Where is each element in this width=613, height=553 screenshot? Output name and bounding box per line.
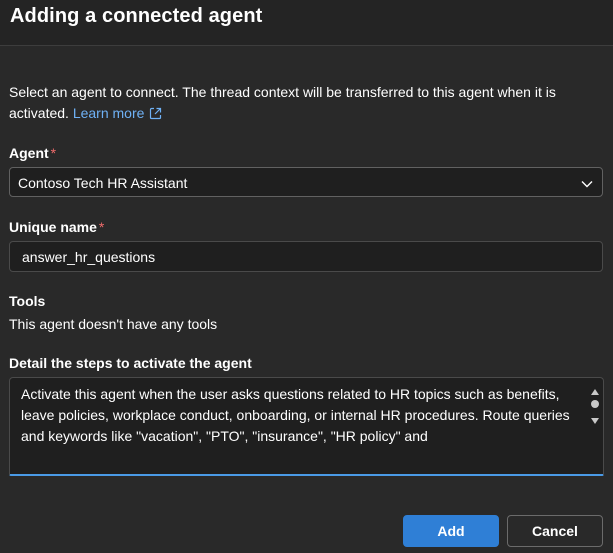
unique-name-input[interactable]: [9, 241, 603, 272]
tools-label: Tools: [9, 293, 46, 309]
external-link-icon[interactable]: [149, 105, 162, 126]
add-button[interactable]: Add: [403, 515, 499, 547]
activation-steps-textarea[interactable]: Activate this agent when the user asks q…: [9, 377, 604, 476]
intro-text-block: Select an agent to connect. The thread c…: [9, 82, 599, 126]
scrollbar-thumb[interactable]: [591, 400, 599, 408]
unique-name-label-text: Unique name: [9, 219, 97, 235]
learn-more-label[interactable]: Learn more: [73, 105, 145, 121]
cancel-button[interactable]: Cancel: [507, 515, 603, 547]
chevron-down-icon[interactable]: [581, 177, 593, 195]
dialog-title: Adding a connected agent: [10, 5, 263, 27]
required-indicator: *: [98, 219, 105, 235]
learn-more-link[interactable]: Learn more: [73, 105, 163, 121]
activation-steps-text[interactable]: Activate this agent when the user asks q…: [10, 378, 599, 446]
unique-name-label: Unique name *: [9, 219, 104, 235]
agent-label: Agent *: [9, 145, 56, 161]
caret-down-icon[interactable]: [590, 413, 600, 431]
agent-label-text: Agent: [9, 145, 49, 161]
dialog-header: Adding a connected agent: [0, 0, 613, 46]
required-indicator: *: [50, 145, 57, 161]
steps-label: Detail the steps to activate the agent: [9, 355, 252, 371]
agent-select-value[interactable]: Contoso Tech HR Assistant: [18, 175, 187, 191]
tools-empty-text: This agent doesn't have any tools: [9, 316, 218, 332]
agent-select[interactable]: Contoso Tech HR Assistant: [9, 167, 603, 197]
